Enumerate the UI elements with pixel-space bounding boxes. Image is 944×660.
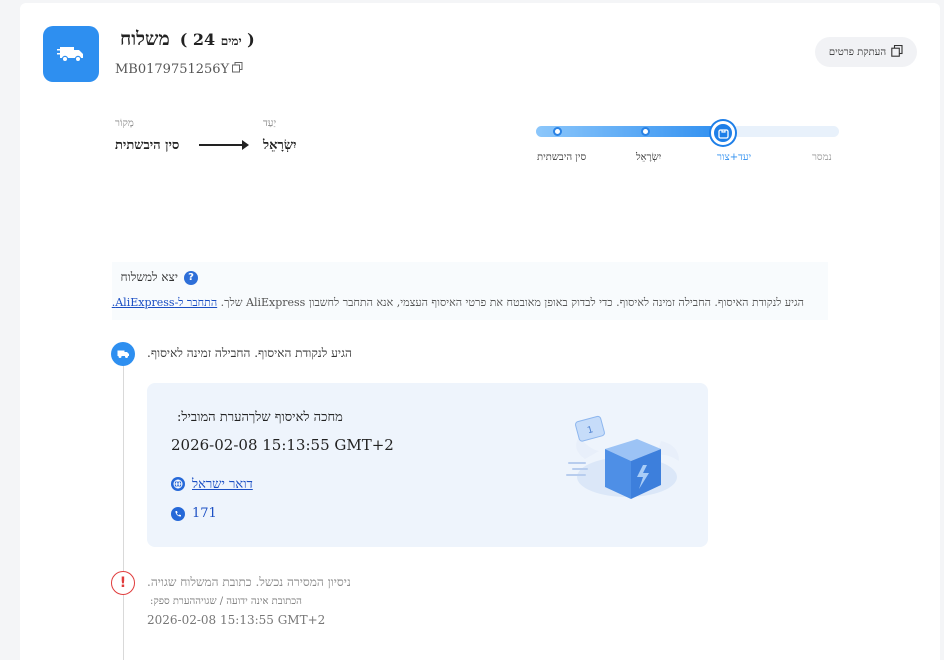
carrier-link[interactable]: דואר ישראל <box>192 476 253 492</box>
step-label-delivered: נמסר <box>812 152 832 163</box>
progress-fill <box>536 126 724 137</box>
progress-dot-origin <box>553 127 562 136</box>
pickup-label: מחכה לאיסוף שלךהערת המוביל: <box>177 410 343 425</box>
step-label-current: יעד+צור <box>717 152 752 163</box>
copy-icon[interactable] <box>232 62 243 77</box>
destination-label: יַעַד <box>263 118 277 129</box>
copy-details-label: העתקת פרטים <box>828 46 887 58</box>
package-icon <box>711 121 735 145</box>
failed-event-sub: הכתובת אינה ידועה / שגויההערת ספק: <box>150 596 302 607</box>
destination-value: יִשְׂרָאֵל <box>263 138 297 153</box>
progress-track <box>536 126 839 137</box>
notice-title-row: יצא למשלוח ? <box>121 270 198 285</box>
failed-event-time: 2026-02-08 15:13:55 GMT+2 <box>147 613 326 627</box>
route-arrow-icon <box>199 140 249 150</box>
question-icon[interactable]: ? <box>184 270 198 285</box>
copy-details-button[interactable]: העתקת פרטים <box>815 37 917 67</box>
tracking-number: MB0179751256Y <box>115 62 230 77</box>
truck-icon <box>111 342 135 366</box>
notice-text: הגיע לנקודת האיסוף. החבילה זמינה לאיסוף.… <box>220 296 804 309</box>
pickup-time: 2026-02-08 15:13:55 GMT+2 <box>171 436 394 454</box>
phone-number[interactable]: 171 <box>192 506 217 521</box>
globe-icon <box>171 477 185 491</box>
status-notice: יצא למשלוח ? הגיע לנקודת האיסוף. החבילה … <box>112 262 828 320</box>
progress-dot-destination <box>641 127 650 136</box>
error-icon: ! <box>111 571 135 595</box>
notice-body: הגיע לנקודת האיסוף. החבילה זמינה לאיסוף.… <box>112 296 804 309</box>
step-label-origin: סין היבשתית <box>537 152 587 163</box>
origin-label: מָקוֹר <box>115 118 134 129</box>
failed-event-text: ניסיון המסירה נכשל. כתובת המשלוח שגויה. <box>147 575 351 589</box>
phone-row[interactable]: 171 <box>171 506 217 521</box>
notice-title: יצא למשלוח <box>120 270 178 284</box>
origin-value: סין היבשתית <box>115 138 180 153</box>
phone-icon <box>171 506 185 521</box>
package-illustration-icon: 1 <box>565 411 685 503</box>
pickup-card: מחכה לאיסוף שלךהערת המוביל: 2026-02-08 1… <box>147 383 708 547</box>
event-text: הגיע לנקודת האיסוף. החבילה זמינה לאיסוף. <box>147 346 352 360</box>
carrier-row[interactable]: דואר ישראל <box>171 476 253 492</box>
days-count: 24 <box>192 30 216 49</box>
days-unit: ימים <box>220 34 242 48</box>
title-row: משלוח ( ימים 24 ) <box>120 28 255 51</box>
timeline-line <box>123 364 124 660</box>
tracking-number-row: MB0179751256Y <box>115 62 243 77</box>
shipment-title: משלוח <box>120 28 170 50</box>
truck-icon <box>43 26 99 82</box>
days-badge: ( ימים 24 ) <box>179 30 255 49</box>
login-link[interactable]: התחבר ל-AliExpress. <box>112 296 217 309</box>
copy-icon <box>891 44 903 60</box>
step-label-destination: יִשְׂרָאֵל <box>636 152 662 163</box>
